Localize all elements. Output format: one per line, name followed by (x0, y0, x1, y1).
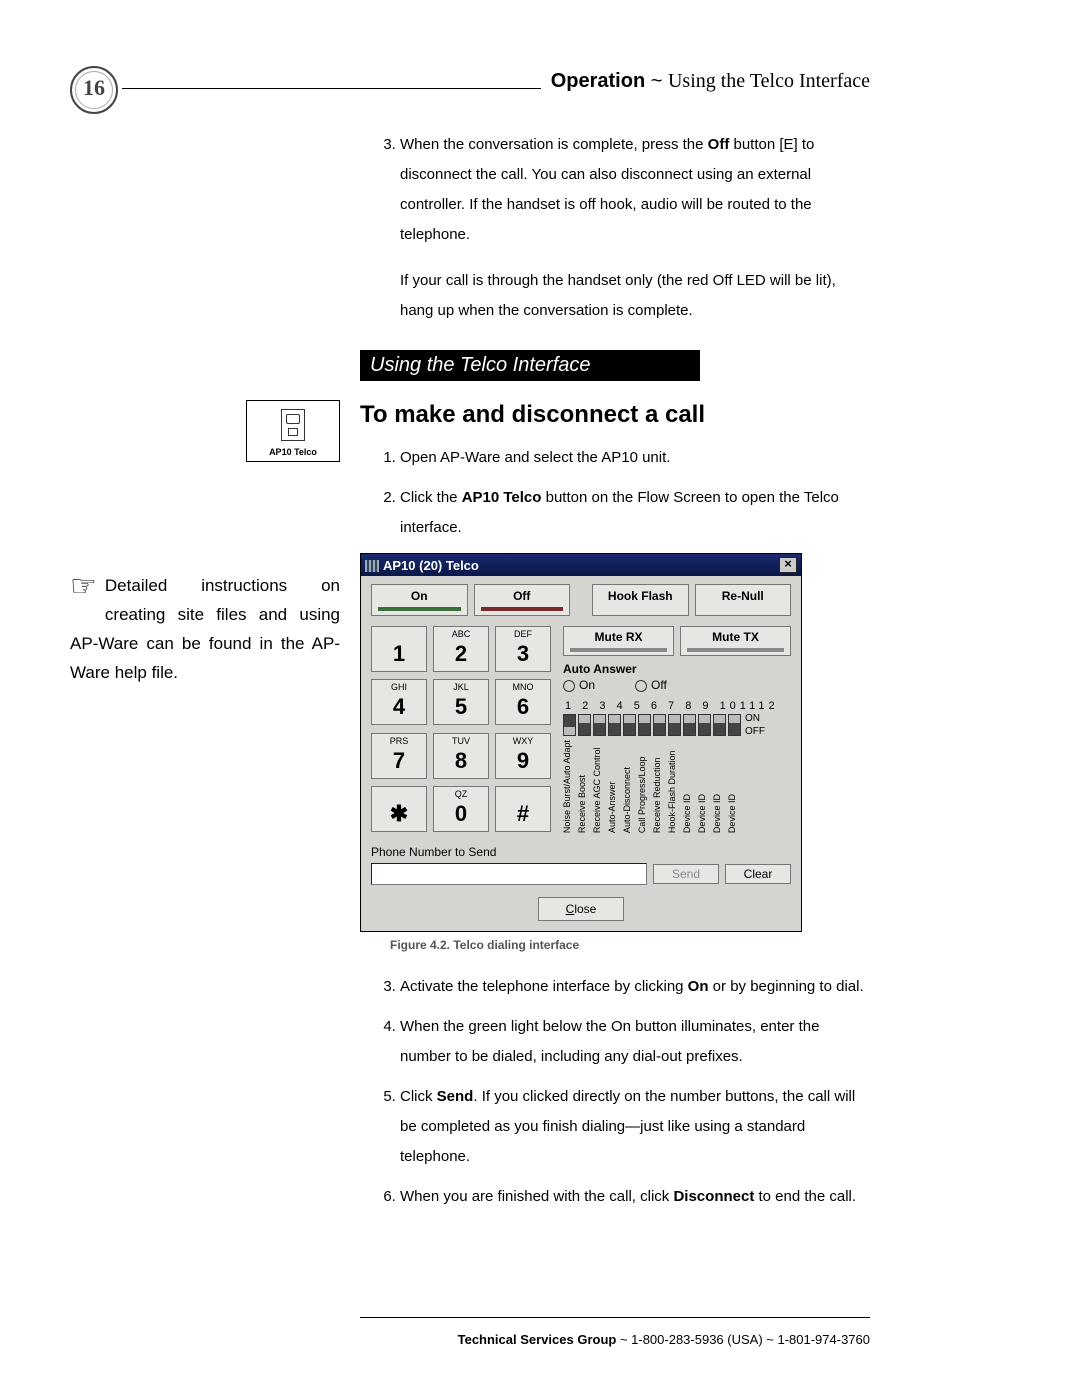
keypad-key-9[interactable]: WXY9 (495, 733, 551, 779)
dialog-title: AP10 (20) Telco (383, 558, 479, 573)
dip-switch-row (563, 714, 741, 736)
dip-off-label: OFF (745, 725, 765, 738)
header-sep: ~ (645, 70, 668, 92)
figure-caption: Figure 4.2. Telco dialing interface (390, 938, 870, 952)
dip-switch-8[interactable] (668, 714, 681, 736)
footer-phones: ~ 1-800-283-5936 (USA) ~ 1-801-974-3760 (616, 1332, 870, 1347)
send-button[interactable]: Send (653, 864, 719, 884)
step-1: Open AP-Ware and select the AP10 unit. (400, 443, 870, 473)
step-4: When the green light below the On button… (400, 1012, 870, 1072)
dip-label-2: Receive Boost (578, 740, 591, 833)
keypad-key-3[interactable]: DEF3 (495, 626, 551, 672)
page-number-badge: 16 (70, 66, 118, 114)
keypad-key-6[interactable]: MNO6 (495, 679, 551, 725)
close-button[interactable]: Close (538, 897, 624, 921)
keypad-key-7[interactable]: PRS7 (371, 733, 427, 779)
dip-label-4: Auto-Answer (608, 740, 621, 833)
dip-switch-1[interactable] (563, 714, 576, 736)
auto-answer-off-radio[interactable]: Off (635, 678, 667, 692)
header-section: Using the Telco Interface (668, 70, 870, 92)
dip-label-3: Receive AGC Control (593, 740, 606, 833)
dip-label-5: Auto-Disconnect (623, 740, 636, 833)
dip-switch-9[interactable] (683, 714, 696, 736)
step-5: Click Send. If you clicked directly on t… (400, 1082, 870, 1172)
auto-answer-on-radio[interactable]: On (563, 678, 595, 692)
close-button-rest: lose (574, 902, 596, 916)
app-icon (365, 560, 379, 572)
header-chapter: Operation (551, 70, 645, 92)
dip-label-1: Noise Burst/Auto Adapt (563, 740, 576, 833)
on-button[interactable]: On (371, 584, 468, 616)
dip-label-7: Receive Reduction (653, 740, 666, 833)
dip-switch-12[interactable] (728, 714, 741, 736)
keypad-key-0[interactable]: QZ0 (433, 786, 489, 832)
dip-label-6: Call Progress/Loop (638, 740, 651, 833)
auto-answer-group: Auto Answer On Off (563, 662, 791, 692)
page-footer: Technical Services Group ~ 1-800-283-593… (360, 1317, 870, 1347)
continued-steps: When the conversation is complete, press… (360, 130, 870, 326)
dip-switch-4[interactable] (608, 714, 621, 736)
manual-page: 16 Operation ~ Using the Telco Interface… (0, 0, 1080, 1397)
dip-label-12: Device ID (728, 740, 741, 833)
dip-switch-6[interactable] (638, 714, 651, 736)
keypad-key-8[interactable]: TUV8 (433, 733, 489, 779)
running-header: Operation ~ Using the Telco Interface (541, 70, 870, 93)
dip-label-8: Hook-Flash Duration (668, 740, 681, 833)
dip-numbers: 1 2 3 4 5 6 7 8 9 101112 (563, 700, 791, 712)
subsection-heading: To make and disconnect a call (360, 401, 870, 429)
main-column: When the conversation is complete, press… (360, 130, 870, 1222)
ap10-telco-button-label: AP10 Telco (251, 447, 335, 457)
ap10-telco-button-figure: AP10 Telco (246, 400, 340, 462)
phone-number-input[interactable] (371, 863, 647, 885)
off-indicator (481, 607, 564, 611)
dip-on-label: ON (745, 712, 765, 725)
mute-tx-button[interactable]: Mute TX (680, 626, 791, 656)
dip-switch-10[interactable] (698, 714, 711, 736)
dip-switch-panel: 1 2 3 4 5 6 7 8 9 101112 (563, 700, 791, 833)
close-icon[interactable]: × (779, 557, 797, 573)
side-column: AP10 Telco ☞ Detailed instructions on cr… (70, 400, 340, 688)
telco-dialog: AP10 (20) Telco × On Off Hook Flash Re-N… (360, 553, 802, 932)
on-indicator (378, 607, 461, 611)
margin-note: ☞ Detailed instructions on creating site… (70, 572, 340, 688)
clear-button[interactable]: Clear (725, 864, 791, 884)
keypad-key-2[interactable]: ABC2 (433, 626, 489, 672)
dip-label-row: Noise Burst/Auto AdaptReceive BoostRecei… (563, 740, 791, 833)
keypad-key-5[interactable]: JKL5 (433, 679, 489, 725)
dip-label-10: Device ID (698, 740, 711, 833)
keypad-key-✱[interactable]: ✱ (371, 786, 427, 832)
dip-label-9: Device ID (683, 740, 696, 833)
margin-note-text: Detailed instructions on creating site f… (70, 576, 340, 682)
dip-switch-11[interactable] (713, 714, 726, 736)
dip-switch-5[interactable] (623, 714, 636, 736)
step-2: Click the AP10 Telco button on the Flow … (400, 483, 870, 543)
auto-answer-label: Auto Answer (563, 662, 791, 676)
keypad-key-1[interactable]: 1 (371, 626, 427, 672)
dip-switch-3[interactable] (593, 714, 606, 736)
section-heading-bar: Using the Telco Interface (360, 350, 700, 381)
step-3: When the conversation is complete, press… (400, 130, 870, 326)
off-button[interactable]: Off (474, 584, 571, 616)
dip-switch-2[interactable] (578, 714, 591, 736)
keypad-key-#[interactable]: # (495, 786, 551, 832)
phone-icon (281, 409, 305, 441)
dial-keypad: 1ABC2DEF3 GHI4JKL5MNO6 PRS7TUV8WXY9 ✱QZ0# (371, 626, 551, 833)
make-call-steps-b: Activate the telephone interface by clic… (360, 972, 870, 1212)
mute-rx-button[interactable]: Mute RX (563, 626, 674, 656)
phone-number-label: Phone Number to Send (371, 845, 791, 859)
dip-switch-7[interactable] (653, 714, 666, 736)
dip-label-11: Device ID (713, 740, 726, 833)
keypad-key-4[interactable]: GHI4 (371, 679, 427, 725)
make-call-steps-a: Open AP-Ware and select the AP10 unit. C… (360, 443, 870, 543)
step-3-followup: If your call is through the handset only… (400, 266, 870, 326)
re-null-button[interactable]: Re-Null (695, 584, 792, 616)
dialog-titlebar[interactable]: AP10 (20) Telco × (361, 554, 801, 576)
footer-group: Technical Services Group (458, 1332, 617, 1347)
hook-flash-button[interactable]: Hook Flash (592, 584, 689, 616)
step-3b: Activate the telephone interface by clic… (400, 972, 870, 1002)
hand-pointing-icon: ☞ (70, 572, 97, 602)
step-6: When you are finished with the call, cli… (400, 1182, 870, 1212)
